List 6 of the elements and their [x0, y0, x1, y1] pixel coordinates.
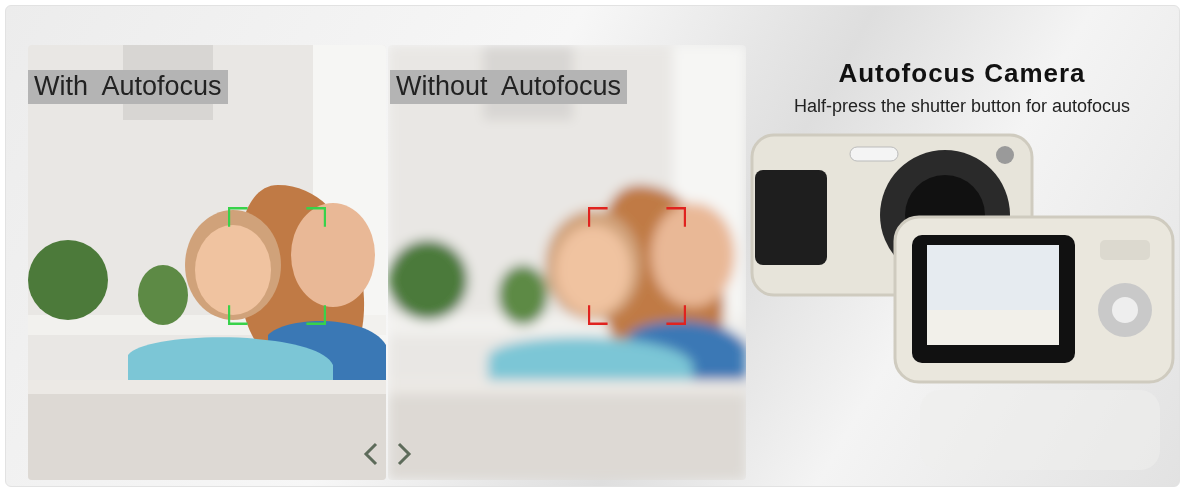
chevron-left-icon: [363, 442, 379, 466]
caption-label: Without Autofocus: [390, 70, 628, 104]
chevron-right-icon: [396, 442, 412, 466]
caption-label: With Autofocus: [28, 70, 228, 104]
banner-title: Autofocus Camera: [838, 58, 1086, 89]
banner-subtitle: Half-press the shutter button for autofocus: [793, 96, 1131, 117]
